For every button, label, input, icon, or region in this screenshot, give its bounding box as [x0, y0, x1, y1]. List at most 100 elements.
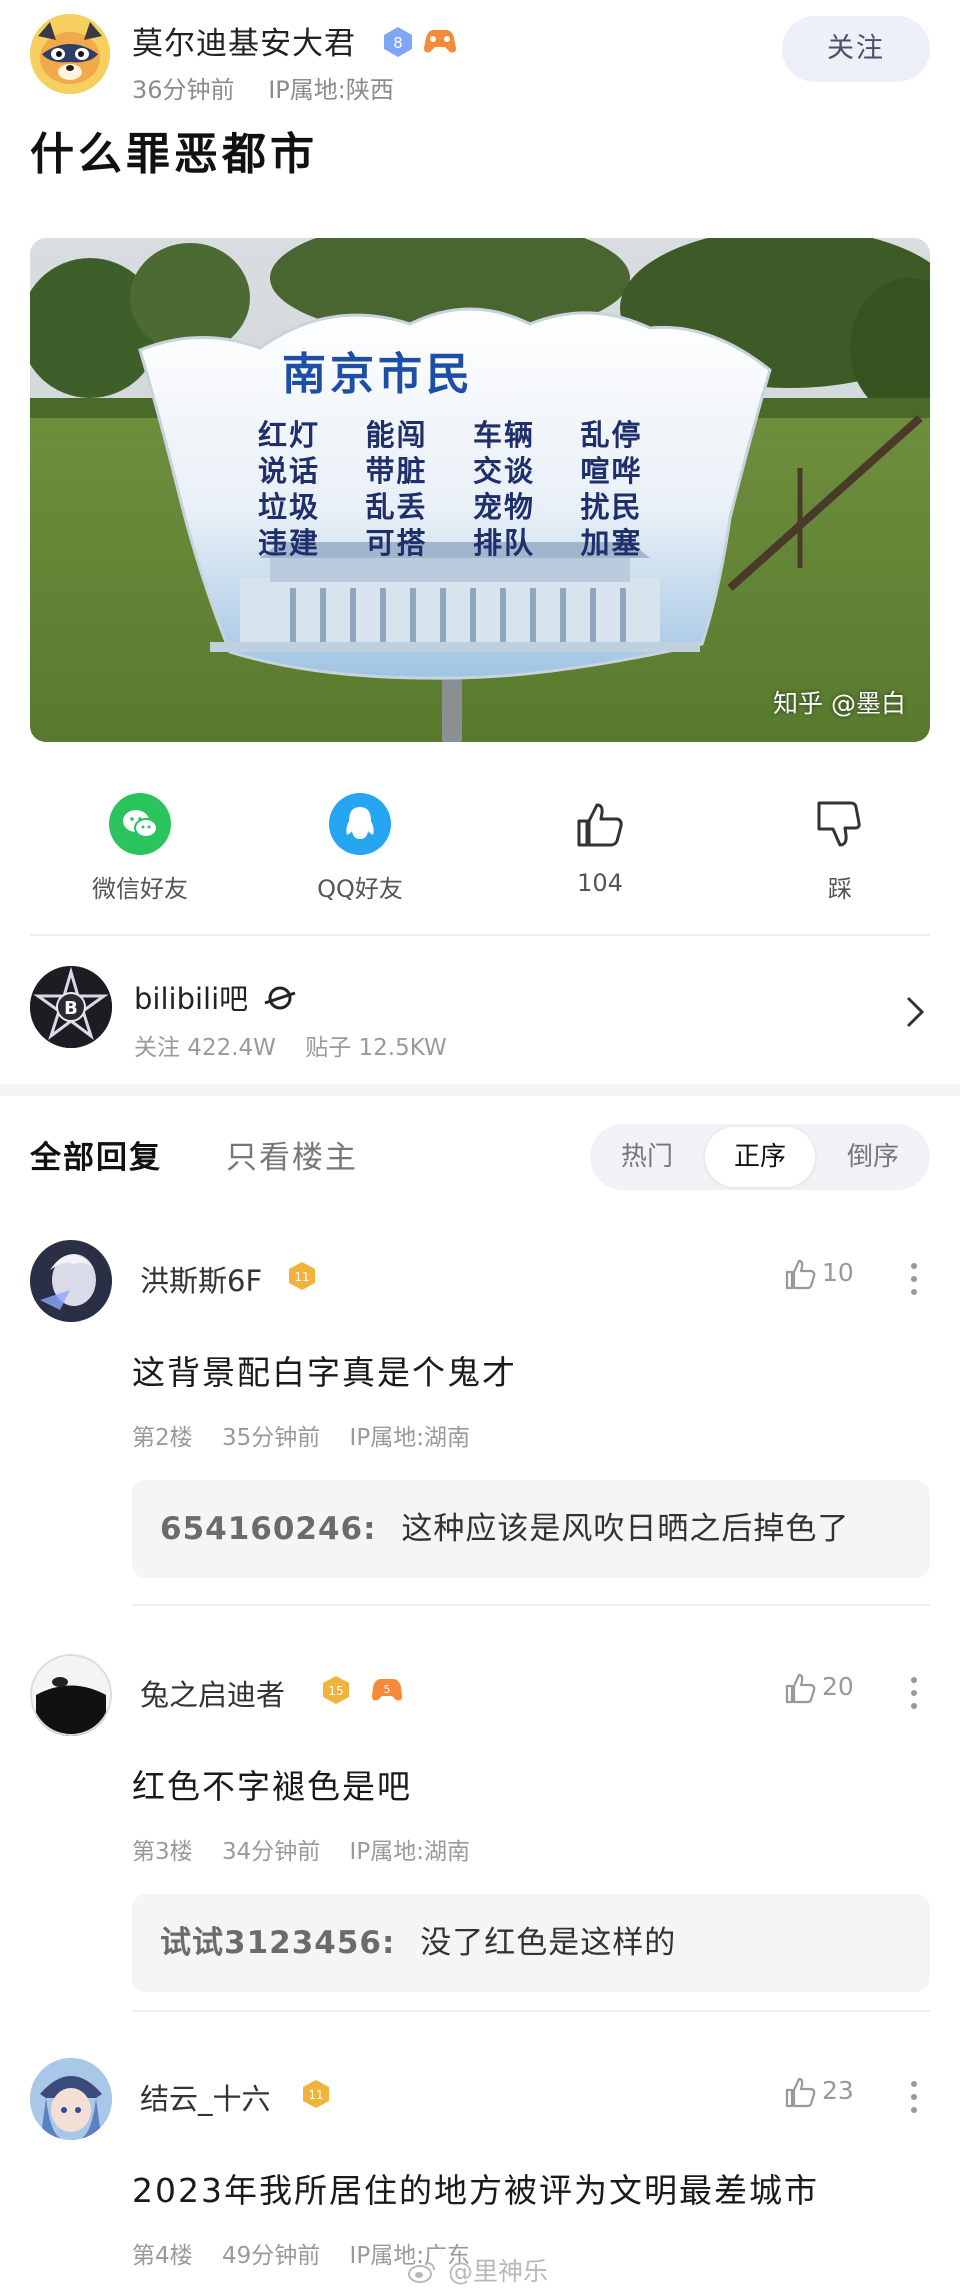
comment-time: 35分钟前: [221, 1425, 321, 1451]
thumbs-down-icon: [809, 793, 871, 855]
comment-text: 2023年我所居住的地方被评为文明最差城市: [132, 2171, 819, 2210]
thumbs-up-icon: [785, 2077, 816, 2108]
comment-time: 34分钟前: [221, 1839, 321, 1865]
gamepad-badge-icon: 5: [370, 1674, 402, 1706]
comment-item: 洪斯斯6F 11 10 这背景配白字真是个鬼才 第2楼 35分钟前 IP属地:湖…: [30, 1240, 930, 1600]
sign-row: 说话 带脏 交谈 喧哗: [258, 448, 688, 488]
forum-card[interactable]: B bilibili吧 关注 422.4W 贴子 12.5KW: [30, 962, 930, 1062]
sign-cell: 能闯: [365, 418, 428, 452]
sign-cell: 乱丢: [365, 490, 428, 524]
divider: [30, 934, 930, 936]
chevron-right-icon[interactable]: [900, 992, 930, 1032]
sort-toggle: 热门 正序 倒序: [590, 1124, 930, 1190]
dislike-button[interactable]: 踩: [760, 776, 920, 904]
comment-text: 红色不字褪色是吧: [132, 1767, 412, 1806]
sign-title: 南京市民: [282, 349, 474, 400]
forum-post-stat: 贴子 12.5KW: [305, 1035, 447, 1061]
comment-floor: 第3楼: [132, 1839, 193, 1865]
post-time: 36分钟前: [132, 76, 235, 104]
sort-ascending[interactable]: 正序: [705, 1127, 815, 1187]
comment-meta: 第3楼 34分钟前 IP属地:湖南: [132, 1832, 470, 1866]
follow-button[interactable]: 关注: [782, 16, 930, 82]
sign-cell: 红灯: [258, 418, 321, 452]
thumbs-up-icon: [785, 1259, 816, 1290]
sign-row: 违建 可搭 排队 加塞: [258, 520, 688, 560]
wechat-icon: [109, 793, 171, 855]
share-wechat-button[interactable]: 微信好友: [60, 776, 220, 904]
svg-text:5: 5: [384, 1683, 391, 1696]
svg-text:15: 15: [328, 1684, 343, 1698]
sign-cell: 垃圾: [258, 490, 321, 524]
commenter-avatar[interactable]: [30, 1654, 112, 1736]
comment-like-button[interactable]: 23: [782, 2074, 862, 2114]
dislike-label: 踩: [828, 875, 852, 903]
section-divider: [0, 1084, 960, 1096]
sign-cell: 车辆: [473, 418, 536, 452]
sign-cell: 排队: [473, 526, 536, 560]
post-author-header: 莫尔迪基安大君 8 36分钟前 IP属地:陕西 关注: [30, 14, 930, 104]
more-options-icon[interactable]: [910, 2080, 918, 2114]
sub-reply-author[interactable]: 654160246:: [160, 1511, 377, 1547]
author-avatar[interactable]: [30, 14, 110, 94]
weibo-watermark: @里神乐: [408, 2252, 548, 2288]
author-name[interactable]: 莫尔迪基安大君: [132, 18, 356, 63]
commenter-name[interactable]: 兔之启迪者: [140, 1672, 285, 1714]
post-image[interactable]: 南京市民 红灯 能闯 车辆 乱停 说话 带脏 交谈 喧哗 垃圾 乱丢 宠物 扰民…: [30, 238, 930, 742]
sub-reply-text: 没了红色是这样的: [420, 1925, 677, 1961]
tab-op-only[interactable]: 只看楼主: [226, 1132, 358, 1177]
forum-name: bilibili吧: [134, 976, 297, 1018]
sub-reply-text: 这种应该是风吹日晒之后掉色了: [401, 1511, 850, 1547]
comment-like-count: 10: [822, 1258, 854, 1287]
sign-cell: 喧哗: [580, 454, 643, 488]
gamepad-badge-icon: [422, 24, 458, 58]
share-wechat-label: 微信好友: [92, 875, 188, 903]
commenter-name[interactable]: 洪斯斯6F: [140, 1258, 262, 1300]
comment-item: 兔之启迪者 15 5 20 红色不字褪色是吧 第3楼 34分钟前 IP属地:湖南…: [30, 1654, 930, 2014]
sign-cell: 带脏: [365, 454, 428, 488]
comment-like-button[interactable]: 10: [782, 1256, 862, 1296]
commenter-avatar[interactable]: [30, 2058, 112, 2140]
post-title: 什么罪恶都市: [30, 129, 318, 180]
sub-reply[interactable]: 试试3123456: 没了红色是这样的: [132, 1894, 930, 1992]
comment-text: 这背景配白字真是个鬼才: [132, 1353, 517, 1392]
comment-like-button[interactable]: 20: [782, 1670, 862, 1710]
share-qq-button[interactable]: QQ好友: [280, 776, 440, 904]
sign-text-grid: 红灯 能闯 车辆 乱停 说话 带脏 交谈 喧哗 垃圾 乱丢 宠物 扰民 违建 可…: [258, 412, 688, 560]
sign-cell: 违建: [258, 526, 321, 560]
svg-text:B: B: [64, 998, 78, 1019]
thumbs-up-icon: [569, 793, 631, 855]
sort-descending[interactable]: 倒序: [818, 1124, 928, 1190]
sign-cell: 宠物: [473, 490, 536, 524]
share-qq-label: QQ好友: [317, 875, 403, 903]
sub-reply[interactable]: 654160246: 这种应该是风吹日晒之后掉色了: [132, 1480, 930, 1578]
level-badge-icon: 11: [300, 2078, 332, 2110]
sign-cell: 交谈: [473, 454, 536, 488]
raccoon-avatar-icon: [30, 14, 110, 94]
author-meta: 36分钟前 IP属地:陕西: [132, 70, 394, 105]
image-watermark: 知乎 @墨白: [773, 689, 906, 718]
svg-text:11: 11: [308, 2088, 323, 2102]
sign-row: 红灯 能闯 车辆 乱停: [258, 412, 688, 452]
commenter-name[interactable]: 结云_十六: [140, 2076, 271, 2118]
level-badge-icon: 15: [320, 1674, 352, 1706]
sign-cell: 扰民: [580, 490, 643, 524]
level-badge-icon: 8: [382, 26, 414, 58]
sort-hot[interactable]: 热门: [592, 1124, 702, 1190]
more-options-icon[interactable]: [910, 1262, 918, 1296]
weibo-watermark-text: @里神乐: [447, 2257, 548, 2286]
svg-text:8: 8: [393, 34, 403, 52]
tab-all-replies[interactable]: 全部回复: [30, 1132, 162, 1177]
comment-floor: 第4楼: [132, 2243, 193, 2269]
bilibili-forum-logo-icon: B: [30, 966, 112, 1048]
comment-meta: 第2楼 35分钟前 IP属地:湖南: [132, 1418, 470, 1452]
commenter-avatar[interactable]: [30, 1240, 112, 1322]
like-button[interactable]: 104: [520, 776, 680, 897]
comment-like-count: 20: [822, 1672, 854, 1701]
forum-stats: 关注 422.4W 贴子 12.5KW: [134, 1028, 447, 1062]
more-options-icon[interactable]: [910, 1676, 918, 1710]
sub-reply-author[interactable]: 试试3123456:: [160, 1925, 395, 1961]
forum-name-text: bilibili吧: [134, 982, 249, 1016]
comment-like-count: 23: [822, 2076, 854, 2105]
level-badge-icon: 11: [286, 1260, 318, 1292]
sign-row: 垃圾 乱丢 宠物 扰民: [258, 484, 688, 524]
